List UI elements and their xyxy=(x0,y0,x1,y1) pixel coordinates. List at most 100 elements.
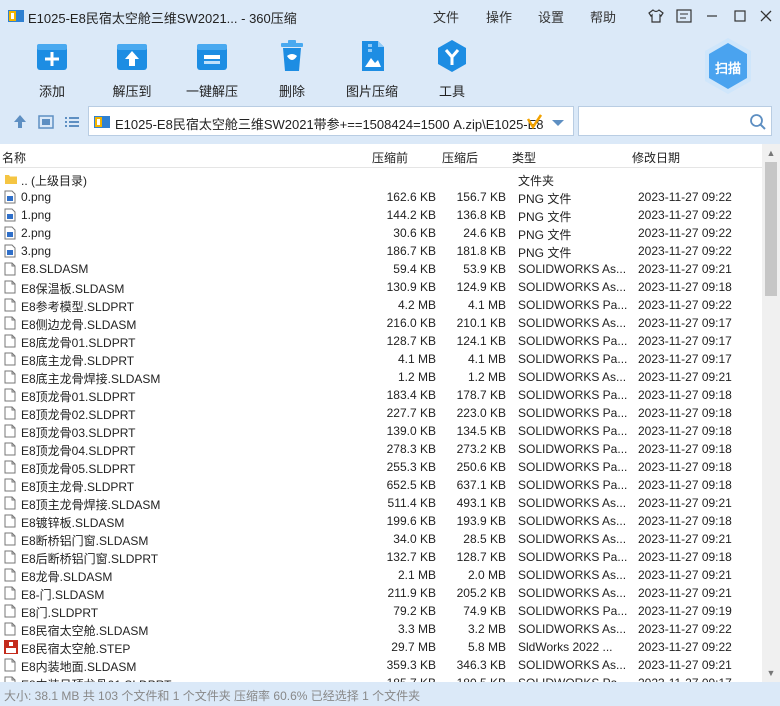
file-icon xyxy=(4,460,16,474)
file-type: SOLIDWORKS Pa... xyxy=(518,442,628,456)
archive-app-icon xyxy=(8,8,24,24)
file-type: PNG 文件 xyxy=(518,246,572,260)
delete-button[interactable]: 删除 xyxy=(254,38,330,99)
file-icon xyxy=(4,334,16,348)
scan-label: 扫描 xyxy=(714,61,741,76)
scroll-up-icon[interactable]: ▲ xyxy=(762,145,780,161)
minimize-icon[interactable] xyxy=(702,6,722,26)
image-compress-button[interactable]: 图片压缩 xyxy=(334,38,410,99)
chevron-down-icon[interactable] xyxy=(551,117,565,127)
file-type: SOLIDWORKS As... xyxy=(518,586,627,600)
file-row[interactable]: E8门.SLDPRT 79.2 KB 74.9 KB SOLIDWORKS Pa...… xyxy=(0,602,762,620)
file-name: E8侧边龙骨.SLDASM xyxy=(21,318,137,332)
up-arrow-icon[interactable] xyxy=(10,112,30,132)
file-name: E8镀锌板.SLDASM xyxy=(21,516,125,530)
file-row[interactable]: E8顶龙骨02.SLDPRT 227.7 KB 223.0 KB SOLIDWORKS… xyxy=(0,404,762,422)
file-row[interactable]: E8龙骨.SLDASM 2.1 MB 2.0 MB SOLIDWORKS As... 2… xyxy=(0,566,762,584)
column-size[interactable]: 压缩前 xyxy=(372,149,408,166)
file-size: 183.4 KB xyxy=(386,388,436,402)
vertical-scrollbar[interactable]: ▲ ▼ xyxy=(762,144,780,682)
list-view-icon[interactable] xyxy=(62,112,82,132)
file-row[interactable]: E8侧边龙骨.SLDASM 216.0 KB 210.1 KB SOLIDWORKS … xyxy=(0,314,762,332)
file-name: 1.png xyxy=(21,208,52,222)
file-row[interactable]: E8底龙骨01.SLDPRT 128.7 KB 124.1 KB SOLIDWORKS… xyxy=(0,332,762,350)
file-row[interactable]: E8顶龙骨04.SLDPRT 278.3 KB 273.2 KB SOLIDWORKS… xyxy=(0,440,762,458)
file-date: 2023-11-27 09:18 xyxy=(638,550,732,564)
file-type: SldWorks 2022 ... xyxy=(518,640,613,654)
menu-operation[interactable]: 操作 xyxy=(486,7,512,26)
file-row[interactable]: E8-门.SLDASM 211.9 KB 205.2 KB SOLIDWORKS As… xyxy=(0,584,762,602)
file-row[interactable]: E8内装地面.SLDASM 359.3 KB 346.3 KB SOLIDWORKS … xyxy=(0,656,762,674)
add-button[interactable]: 添加 xyxy=(14,38,90,99)
extract-to-button[interactable]: 解压到 xyxy=(94,38,170,99)
feedback-icon[interactable] xyxy=(674,6,694,26)
file-date: 2023-11-27 09:21 xyxy=(638,370,732,384)
file-size: 186.7 KB xyxy=(386,244,436,258)
file-type: SOLIDWORKS As... xyxy=(518,658,627,672)
file-row[interactable]: E8内装吊顶龙骨01.SLDPRT185.7 KB180.5 KBSOLIDWO… xyxy=(0,674,762,682)
file-row[interactable]: E8镀锌板.SLDASM 199.6 KB 193.9 KB SOLIDWORKS A… xyxy=(0,512,762,530)
file-type: SOLIDWORKS Pa... xyxy=(518,424,628,438)
file-name: E8门.SLDPRT xyxy=(21,606,99,620)
file-row[interactable]: E8顶龙骨01.SLDPRT 183.4 KB 178.7 KB SOLIDWORKS… xyxy=(0,386,762,404)
file-row[interactable]: E8顶主龙骨焊接.SLDASM 511.4 KB 493.1 KB SOLIDWORK… xyxy=(0,494,762,512)
file-name: E8顶龙骨05.SLDPRT xyxy=(21,462,136,476)
scroll-down-icon[interactable]: ▼ xyxy=(762,665,780,681)
file-row[interactable]: E8民宿太空舱.STEP 29.7 MB 5.8 MB SldWorks 2022 .… xyxy=(0,638,762,656)
file-row[interactable]: E8.SLDASM 59.4 KB 53.9 KB SOLIDWORKS As... 2… xyxy=(0,260,762,278)
scrollbar-thumb[interactable] xyxy=(765,162,777,296)
file-type: SOLIDWORKS As... xyxy=(518,316,627,330)
skin-icon[interactable] xyxy=(646,6,666,26)
file-row[interactable]: E8断桥铝门窗.SLDASM 34.0 KB 28.5 KB SOLIDWORKS A… xyxy=(0,530,762,548)
file-date: 2023-11-27 09:22 xyxy=(638,298,732,312)
maximize-icon[interactable] xyxy=(730,6,750,26)
path-field[interactable]: E1025-E8民宿太空舱三维SW2021带参+==1508424=1500 A… xyxy=(88,106,574,136)
file-packed-size: 156.7 KB xyxy=(456,190,506,204)
file-type: SOLIDWORKS Pa... xyxy=(518,298,628,312)
menu-file[interactable]: 文件 xyxy=(433,7,459,26)
file-row[interactable]: .. (上级目录) 文件夹 xyxy=(0,170,762,188)
file-row[interactable]: E8底主龙骨焊接.SLDASM 1.2 MB 1.2 MB SOLIDWORKS As… xyxy=(0,368,762,386)
menu-settings[interactable]: 设置 xyxy=(538,7,564,26)
file-icon xyxy=(4,496,16,510)
file-date: 2023-11-27 09:18 xyxy=(638,478,732,492)
file-date: 2023-11-27 09:18 xyxy=(638,424,732,438)
search-icon[interactable] xyxy=(749,113,767,131)
menu-help[interactable]: 帮助 xyxy=(590,7,616,26)
column-date[interactable]: 修改日期 xyxy=(632,149,680,166)
file-packed-size: 1.2 MB xyxy=(467,370,506,384)
file-packed-size: 74.9 KB xyxy=(463,604,506,618)
scan-button[interactable]: 扫描 xyxy=(702,36,754,96)
file-row[interactable]: 3.png 186.7 KB 181.8 KB PNG 文件 2023-11-27 09… xyxy=(0,242,762,260)
file-type: SOLIDWORKS As... xyxy=(518,514,627,528)
column-type[interactable]: 类型 xyxy=(512,149,536,166)
search-input[interactable] xyxy=(578,106,772,136)
file-row[interactable]: E8底主龙骨.SLDPRT 4.1 MB 4.1 MB SOLIDWORKS Pa..… xyxy=(0,350,762,368)
file-row[interactable]: E8保温板.SLDASM 130.9 KB 124.9 KB SOLIDWORKS A… xyxy=(0,278,762,296)
file-packed-size: 3.2 MB xyxy=(467,622,506,636)
file-packed-size: 24.6 KB xyxy=(463,226,506,240)
file-row[interactable]: E8顶龙骨03.SLDPRT 139.0 KB 134.5 KB SOLIDWORKS… xyxy=(0,422,762,440)
file-type: SOLIDWORKS Pa... xyxy=(518,406,628,420)
file-name: E8顶龙骨02.SLDPRT xyxy=(21,408,136,422)
one-click-extract-button[interactable]: 一键解压 xyxy=(174,38,250,99)
file-row[interactable]: E8后断桥铝门窗.SLDPRT 132.7 KB 128.7 KB SOLIDWORK… xyxy=(0,548,762,566)
file-packed-size: 210.1 KB xyxy=(456,316,506,330)
file-date: 2023-11-27 09:17 xyxy=(638,316,732,330)
file-list: 名称 压缩前 压缩后 类型 修改日期 .. (上级目录) 文件夹 0.png 162.… xyxy=(0,144,762,682)
file-name: E8民宿太空舱.STEP xyxy=(21,642,131,656)
file-row[interactable]: 2.png 30.6 KB 24.6 KB PNG 文件 2023-11-27 09:2… xyxy=(0,224,762,242)
file-row[interactable]: E8顶主龙骨.SLDPRT 652.5 KB 637.1 KB SOLIDWORKS … xyxy=(0,476,762,494)
file-row[interactable]: 1.png 144.2 KB 136.8 KB PNG 文件 2023-11-27 09… xyxy=(0,206,762,224)
column-name[interactable]: 名称 xyxy=(2,149,26,166)
column-packed[interactable]: 压缩后 xyxy=(442,149,478,166)
thumbnail-view-icon[interactable] xyxy=(36,112,56,132)
close-icon[interactable] xyxy=(756,6,776,26)
file-row[interactable]: 0.png 162.6 KB 156.7 KB PNG 文件 2023-11-27 09… xyxy=(0,188,762,206)
tools-button[interactable]: 工具 xyxy=(414,38,490,99)
file-row[interactable]: E8参考模型.SLDPRT 4.2 MB 4.1 MB SOLIDWORKS Pa..… xyxy=(0,296,762,314)
file-row[interactable]: E8顶龙骨05.SLDPRT 255.3 KB 250.6 KB SOLIDWORKS… xyxy=(0,458,762,476)
file-row[interactable]: E8民宿太空舱.SLDASM 3.3 MB 3.2 MB SOLIDWORKS As.… xyxy=(0,620,762,638)
file-date: 2023-11-27 09:18 xyxy=(638,406,732,420)
file-size: 29.7 MB xyxy=(391,640,436,654)
